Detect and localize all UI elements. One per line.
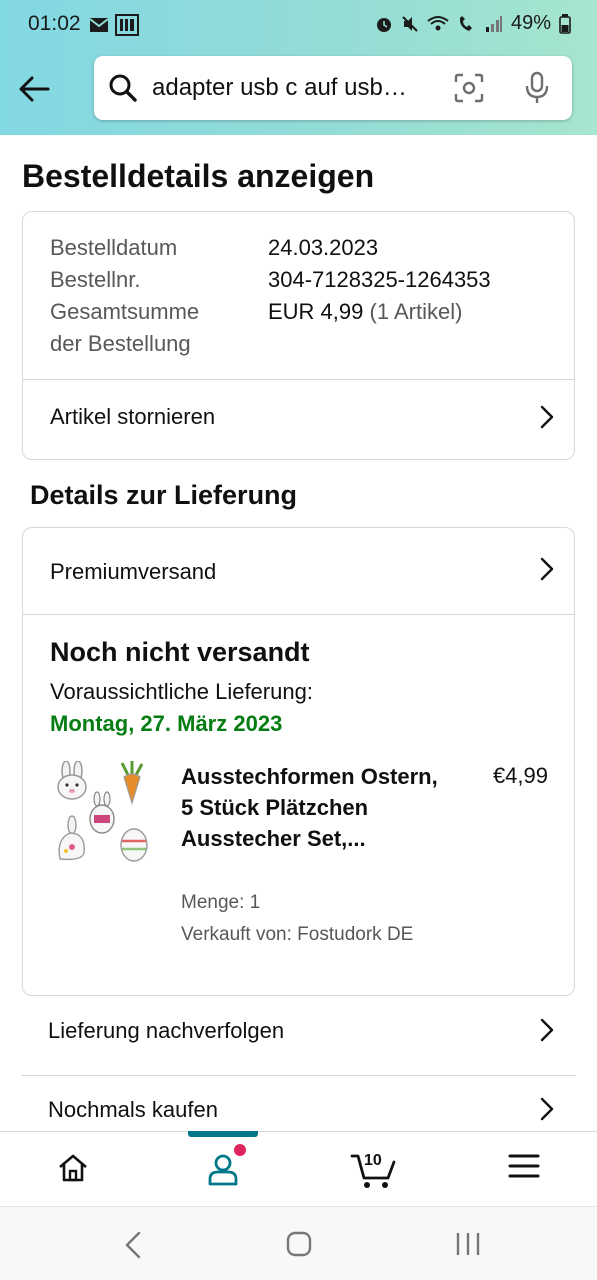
nav-menu[interactable] <box>469 1132 579 1207</box>
product-seller: Verkauft von: Fostudork DE <box>181 924 414 945</box>
order-total-value: EUR 4,99 (1 Artikel) <box>268 296 462 328</box>
chevron-right-icon <box>540 1097 554 1121</box>
search-input[interactable]: adapter usb c auf usb… <box>152 74 427 102</box>
status-left-icons <box>89 14 139 36</box>
buy-again-label: Nochmals kaufen <box>48 1097 218 1122</box>
nav-account[interactable] <box>168 1132 278 1207</box>
sitting-bunny-cutter-shape <box>58 815 85 861</box>
order-total-amount: EUR 4,99 <box>268 299 364 324</box>
nav-home[interactable] <box>18 1132 128 1207</box>
egg-cutter-shape <box>120 828 148 862</box>
cancel-items-label: Artikel stornieren <box>50 404 216 429</box>
order-date-label: Bestelldatum <box>50 235 178 260</box>
shipping-method-row[interactable]: Premiumversand <box>23 528 574 614</box>
expected-delivery-label: Voraussichtliche Lieferung: <box>50 679 313 704</box>
mute-icon <box>402 15 418 32</box>
system-recents-icon[interactable] <box>455 1231 481 1257</box>
shipping-method-label: Premiumversand <box>50 559 217 584</box>
home-icon <box>59 1154 87 1182</box>
order-date-value: 24.03.2023 <box>268 235 379 260</box>
expected-delivery-date: Montag, 27. März 2023 <box>50 711 283 736</box>
order-item-count: (1 Artikel) <box>369 299 463 324</box>
delivery-card: Premiumversand Noch nicht versandt Vorau… <box>22 527 575 996</box>
cancel-items-row[interactable]: Artikel stornieren <box>23 380 574 460</box>
alarm-icon <box>376 17 391 32</box>
system-navigation-bar <box>0 1206 597 1280</box>
page-title: Bestelldetails anzeigen <box>22 158 375 194</box>
bottom-navigation: 10 <box>0 1131 597 1206</box>
order-total-label-line1: Gesamtsumme <box>50 299 200 324</box>
wifi-call-icon <box>427 15 449 30</box>
bunny-cutter-shape <box>57 761 87 800</box>
shipment-status: Noch nicht versandt <box>50 637 310 667</box>
account-icon <box>208 1154 238 1186</box>
battery-percent: 49% <box>510 12 551 34</box>
divider <box>23 614 574 615</box>
track-delivery-row[interactable]: Lieferung nachverfolgen <box>21 994 576 1074</box>
center-cutter-shape <box>89 791 115 834</box>
search-icon <box>109 74 137 102</box>
delivery-section-title: Details zur Lieferung <box>30 480 298 510</box>
camera-scan-icon[interactable] <box>454 73 484 103</box>
system-back-icon[interactable] <box>124 1231 142 1259</box>
signal-icon <box>485 15 502 32</box>
order-number-label: Bestellnr. <box>50 267 141 292</box>
microphone-icon[interactable] <box>524 71 550 105</box>
product-thumbnail[interactable] <box>52 761 152 867</box>
battery-icon <box>559 13 571 34</box>
order-summary-card: Bestelldatum 24.03.2023 Bestellnr. 304-7… <box>22 211 575 460</box>
app-header: 01:02 49% adapter usb c auf usb… <box>0 0 597 135</box>
search-bar[interactable]: adapter usb c auf usb… <box>94 56 572 120</box>
status-bar: 01:02 49% <box>0 0 597 50</box>
product-price: €4,99 <box>492 763 548 788</box>
status-right-icons: 49% <box>375 12 571 35</box>
track-delivery-label: Lieferung nachverfolgen <box>48 1018 285 1043</box>
carrot-cutter-shape <box>120 761 144 806</box>
volte-call-icon <box>459 15 472 31</box>
order-number-value: 304-7128325-1264353 <box>268 267 491 292</box>
chevron-right-icon <box>540 557 554 581</box>
order-total-label-line2: der Bestellung <box>50 331 191 356</box>
news-app-icon <box>115 14 139 36</box>
menu-icon <box>508 1154 540 1178</box>
mail-icon <box>89 18 109 32</box>
product-quantity: Menge: 1 <box>181 892 261 913</box>
product-title-link[interactable]: Ausstechformen Ostern, 5 Stück Plätzchen… <box>181 761 441 854</box>
status-time: 01:02 <box>28 12 81 35</box>
chevron-right-icon <box>540 405 554 429</box>
back-arrow-icon[interactable] <box>16 70 54 108</box>
system-home-icon[interactable] <box>286 1231 312 1257</box>
cart-count-badge: 10 <box>364 1152 382 1169</box>
chevron-right-icon <box>540 1018 554 1042</box>
notification-badge <box>234 1144 246 1156</box>
